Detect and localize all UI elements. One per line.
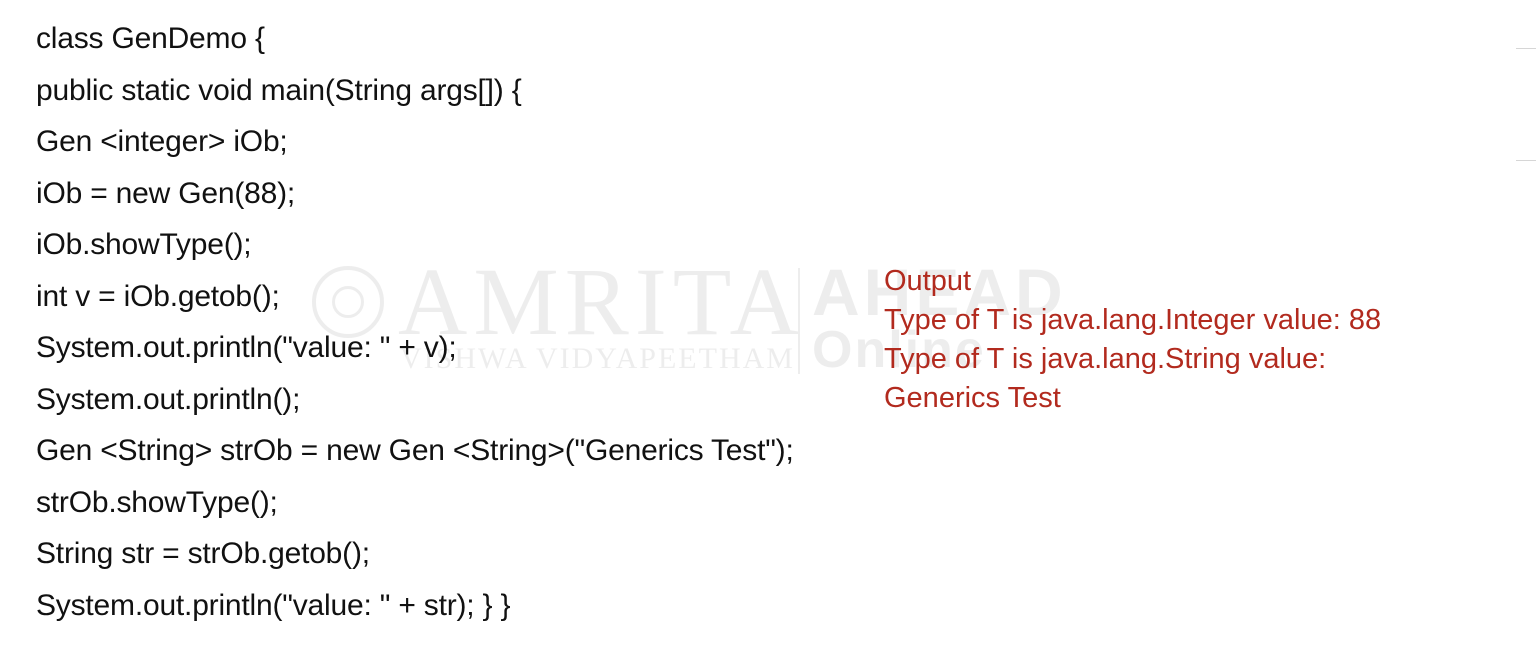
output-panel: Output Type of T is java.lang.Integer va… bbox=[884, 262, 1504, 418]
edge-divider bbox=[1516, 48, 1536, 49]
code-line: iOb.showType(); bbox=[36, 228, 252, 261]
code-line: iOb = new Gen(88); bbox=[36, 176, 296, 210]
code-line: strOb.showType(); bbox=[36, 485, 278, 519]
code-line: Gen <integer> iOb; bbox=[36, 125, 288, 158]
output-line: Type of T is java.lang.String value: bbox=[884, 343, 1327, 375]
slide: AMRITA VISHWA VIDYAPEETHAM AHEAD Online … bbox=[0, 0, 1536, 660]
code-line: Gen <String> strOb = new Gen <String>("G… bbox=[36, 434, 794, 467]
code-line: System.out.println("value: " + str); } } bbox=[36, 588, 511, 622]
edge-divider bbox=[1516, 160, 1536, 161]
code-line: class GenDemo { bbox=[36, 22, 265, 55]
code-line: System.out.println(); bbox=[36, 382, 301, 416]
output-line: Generics Test bbox=[884, 382, 1061, 414]
output-heading: Output bbox=[884, 265, 972, 297]
code-listing: class GenDemo { public static void main(… bbox=[36, 16, 936, 634]
code-line: public static void main(String args[]) { bbox=[36, 73, 522, 107]
code-line: System.out.println("value: " + v); bbox=[36, 331, 457, 364]
code-line: int v = iOb.getob(); bbox=[36, 279, 280, 313]
output-line: Type of T is java.lang.Integer value: 88 bbox=[884, 304, 1382, 336]
code-line: String str = strOb.getob(); bbox=[36, 537, 370, 570]
